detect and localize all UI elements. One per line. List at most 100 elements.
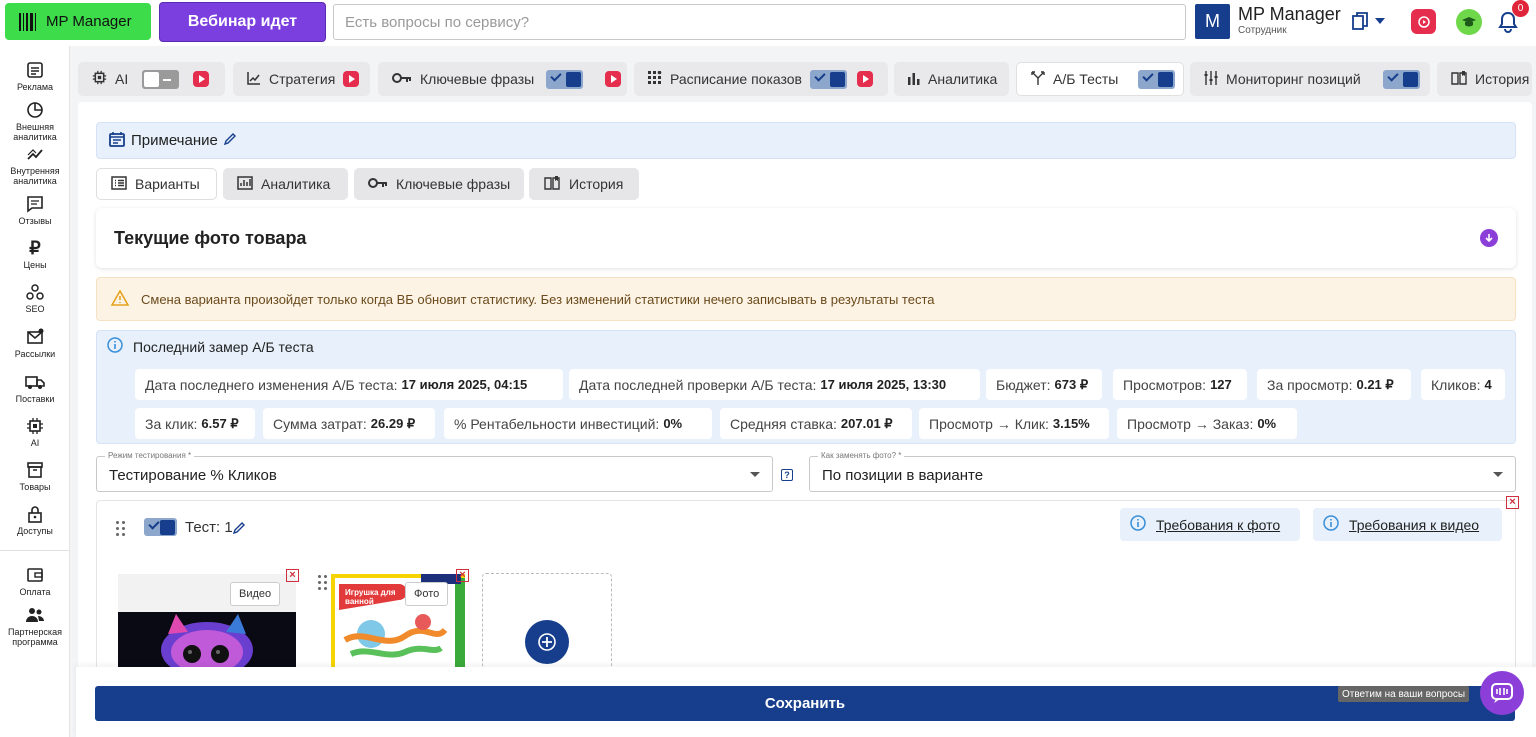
chevron-down-icon[interactable]: [1375, 18, 1385, 24]
video-tutorial-icon[interactable]: [343, 71, 360, 87]
metric-label: % Рентабельности инвестиций:: [454, 415, 660, 432]
monitoring-toggle[interactable]: [1382, 69, 1420, 89]
note-bar[interactable]: Примечание: [96, 122, 1516, 159]
sidebar-divider: [0, 550, 70, 551]
sidebar-item-label: Реклама: [16, 82, 54, 92]
barcode-icon: [19, 12, 36, 31]
tab-ab-tests[interactable]: А/Б Тесты: [1016, 62, 1184, 96]
sidebar-item-reviews[interactable]: Отзывы: [0, 194, 70, 226]
subtab-history[interactable]: История: [529, 168, 639, 200]
keywords-toggle[interactable]: [546, 69, 584, 89]
photo-replace-select[interactable]: Как заменять фото? * По позиции в вариан…: [809, 451, 1516, 492]
seo-icon: [25, 282, 45, 302]
subtab-analytics[interactable]: Аналитика: [223, 168, 348, 200]
metric-value: 17 июля 2025, 13:30: [820, 377, 947, 392]
current-photos-title: Текущие фото товара: [114, 228, 307, 248]
sidebar-item-mailings[interactable]: Рассылки: [0, 327, 70, 359]
warning-icon: [110, 288, 130, 309]
metric-value: 207.01 ₽: [840, 415, 893, 431]
metric-value: 0.21 ₽: [1356, 376, 1394, 392]
video-tutorial-icon[interactable]: [193, 71, 210, 87]
chevron-down-icon: [1493, 472, 1503, 477]
tab-keywords[interactable]: Ключевые фразы: [378, 62, 627, 96]
subtab-variants[interactable]: Варианты: [96, 168, 217, 200]
logo-label: MP Manager: [46, 13, 132, 30]
tab-schedule[interactable]: Расписание показов: [634, 62, 888, 96]
sidebar-item-seo[interactable]: SEO: [0, 282, 70, 314]
photo-requirements-button[interactable]: Требования к фото: [1120, 508, 1300, 541]
pencil-icon[interactable]: [232, 521, 245, 539]
metric-chip: За клик: 6.57 ₽: [135, 408, 255, 439]
copy-icon[interactable]: [1352, 12, 1368, 30]
metric-chip: За просмотр: 0.21 ₽: [1257, 369, 1411, 400]
ai-toggle[interactable]: [142, 69, 180, 89]
delete-test-icon[interactable]: ×: [1506, 496, 1519, 509]
book-icon: [543, 175, 561, 193]
grid-icon: [648, 70, 662, 88]
add-circle-icon[interactable]: [525, 620, 569, 664]
metric-chip: Дата последней проверки А/Б теста: 17 июл…: [569, 369, 980, 400]
sidebar-item-ads[interactable]: Реклама: [0, 60, 70, 92]
product-caption: Игрушка для ванной: [345, 588, 396, 606]
video-tutorial-icon[interactable]: [857, 71, 873, 87]
drag-handle-icon[interactable]: [116, 521, 126, 536]
tab-strategy[interactable]: Стратегия: [233, 62, 370, 96]
pie-chart-icon: [25, 100, 45, 120]
sidebar-item-payment[interactable]: Оплата: [0, 565, 70, 597]
graduation-cap-icon[interactable]: [1456, 9, 1482, 35]
tab-label: А/Б Тесты: [1053, 71, 1119, 87]
avatar[interactable]: M: [1195, 4, 1230, 39]
video-tutorial-icon[interactable]: [605, 71, 622, 87]
key-icon: [368, 176, 388, 192]
tab-label: Ключевые фразы: [420, 71, 535, 87]
chat-button[interactable]: [1480, 671, 1524, 715]
chip-icon: [92, 70, 107, 88]
sidebar-item-external-analytics[interactable]: Внешняя аналитика: [0, 100, 70, 142]
sidebar-item-internal-analytics[interactable]: Внутренняя аналитика: [0, 144, 70, 186]
current-photos-card[interactable]: Текущие фото товара: [96, 208, 1516, 268]
metric-chip: Средняя ставка: 207.01 ₽: [720, 408, 912, 439]
schedule-toggle[interactable]: [810, 69, 847, 89]
testing-mode-label: Режим тестирования *: [105, 451, 195, 460]
calendar-icon: [109, 131, 125, 151]
module-tabs: AI Стратегия Ключевые фразы Расписание п…: [76, 62, 1532, 98]
save-button[interactable]: Сохранить: [95, 686, 1515, 721]
metric-label: Дата последнего изменения А/Б теста:: [145, 376, 398, 393]
tab-ai[interactable]: AI: [78, 62, 225, 96]
metric-value: 3.15%: [1052, 416, 1090, 431]
delete-video-icon[interactable]: ×: [286, 569, 299, 582]
subtab-label: История: [569, 176, 624, 192]
sidebar-item-partners[interactable]: Партнерская программа: [0, 605, 70, 647]
pencil-icon[interactable]: [223, 132, 236, 149]
metric-value: 4: [1484, 377, 1492, 392]
search-input[interactable]: [334, 5, 1185, 39]
sidebar-item-ai[interactable]: AI: [0, 416, 70, 448]
tab-position-monitoring[interactable]: Мониторинг позиций: [1190, 62, 1430, 96]
video-tutorial-icon[interactable]: [1411, 9, 1436, 34]
tab-analytics[interactable]: Аналитика: [894, 62, 1009, 96]
help-icon[interactable]: ?: [781, 469, 793, 481]
sidebar-item-label: Отзывы: [18, 216, 52, 226]
delete-photo-icon[interactable]: ×: [456, 569, 469, 582]
sidebar-item-prices[interactable]: ₽ Цены: [0, 238, 70, 271]
chip-icon: [25, 416, 45, 436]
sidebar-item-supplies[interactable]: Поставки: [0, 372, 70, 404]
add-media-slot[interactable]: [482, 573, 612, 669]
search-field[interactable]: [333, 4, 1186, 40]
sidebar-item-access[interactable]: Доступы: [0, 504, 70, 536]
info-icon: [107, 337, 123, 356]
logo-button[interactable]: MP Manager: [5, 3, 151, 40]
test-toggle[interactable]: [144, 518, 177, 536]
video-requirements-button[interactable]: Требования к видео: [1313, 508, 1502, 541]
metric-label: За клик:: [145, 415, 198, 432]
video-tag: Видео: [230, 582, 281, 606]
metric-label: Просмотров:: [1123, 376, 1207, 393]
arrow-down-circle-icon[interactable]: [1480, 229, 1498, 247]
drag-handle-icon[interactable]: [318, 575, 328, 590]
ab-tests-toggle[interactable]: [1138, 69, 1176, 89]
sidebar-item-goods[interactable]: Товары: [0, 460, 70, 492]
tab-history[interactable]: История: [1437, 62, 1532, 96]
subtab-keywords[interactable]: Ключевые фразы: [354, 168, 524, 200]
webinar-button[interactable]: Вебинар идет: [159, 2, 326, 42]
testing-mode-select[interactable]: Режим тестирования * Тестирование % Клик…: [96, 451, 773, 492]
